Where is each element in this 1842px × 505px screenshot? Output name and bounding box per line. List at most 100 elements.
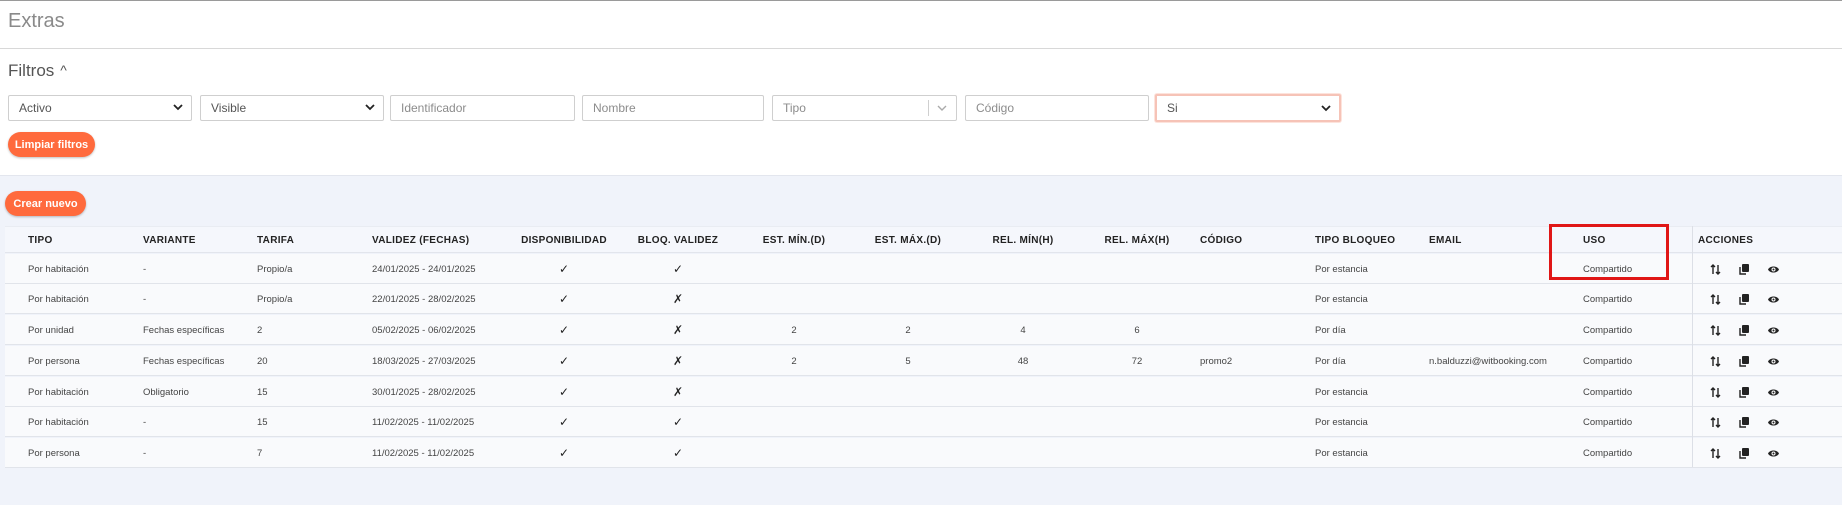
cell-uso: Compartido	[1583, 417, 1633, 428]
header-acciones: ACCIONES	[1698, 235, 1754, 246]
header-tipo[interactable]: TIPO	[28, 235, 53, 246]
visible-select-value: Visible	[211, 101, 247, 115]
uso-highlight-box	[1549, 224, 1669, 280]
header-tipo-bloqueo[interactable]: TIPO BLOQUEO	[1315, 235, 1395, 246]
identificador-input[interactable]: Identificador	[390, 95, 575, 121]
cell-bloq-validez: ✗	[672, 292, 684, 306]
sort-arrows-icon[interactable]	[1709, 263, 1722, 276]
cell-bloq-validez: ✓	[672, 262, 684, 276]
header-validez[interactable]: VALIDEZ (FECHAS)	[372, 235, 469, 246]
cell-uso: Compartido	[1583, 356, 1633, 367]
cell-disponibilidad: ✓	[558, 385, 570, 399]
copy-icon[interactable]	[1738, 263, 1751, 276]
cell-est-min: 2	[791, 356, 797, 367]
page-title: Extras	[8, 10, 65, 32]
copy-icon[interactable]	[1738, 416, 1751, 429]
create-new-button[interactable]: Crear nuevo	[5, 191, 86, 216]
eye-icon[interactable]	[1767, 416, 1780, 429]
eye-icon[interactable]	[1767, 355, 1780, 368]
header-disponibilidad[interactable]: DISPONIBILIDAD	[521, 235, 607, 246]
cell-tarifa: 2	[257, 325, 263, 336]
header-bloq-validez[interactable]: BLOQ. VALIDEZ	[638, 235, 718, 246]
tipo-placeholder: Tipo	[783, 101, 806, 115]
header-rel-max[interactable]: REL. MÁX(H)	[1105, 235, 1170, 246]
cell-bloq-validez: ✓	[672, 415, 684, 429]
cell-tarifa: Propio/a	[257, 294, 293, 305]
page-header: Extras	[0, 1, 1842, 49]
table-row[interactable]	[5, 315, 1842, 345]
chevron-down-icon	[1321, 105, 1331, 112]
cell-est-min: 2	[791, 325, 797, 336]
header-codigo[interactable]: CÓDIGO	[1200, 235, 1242, 246]
cell-tipo: Por habitación	[28, 387, 89, 398]
cell-variante: -	[143, 294, 147, 305]
cell-tipo-bloqueo: Por día	[1315, 356, 1346, 367]
cell-validez: 18/03/2025 - 27/03/2025	[372, 356, 476, 367]
cell-tipo-bloqueo: Por estancia	[1315, 294, 1368, 305]
cell-validez: 30/01/2025 - 28/02/2025	[372, 387, 476, 398]
si-select[interactable]: Si	[1155, 94, 1341, 122]
cell-bloq-validez: ✗	[672, 323, 684, 337]
table-row[interactable]	[5, 377, 1842, 407]
cell-est-max: 5	[905, 356, 911, 367]
sort-arrows-icon[interactable]	[1709, 355, 1722, 368]
sort-arrows-icon[interactable]	[1709, 324, 1722, 337]
chevron-down-icon	[937, 105, 947, 111]
header-variante[interactable]: VARIANTE	[143, 235, 196, 246]
cell-tipo: Por habitación	[28, 264, 89, 275]
copy-icon[interactable]	[1738, 386, 1751, 399]
cell-tipo-bloqueo: Por día	[1315, 325, 1346, 336]
sort-arrows-icon[interactable]	[1709, 447, 1722, 460]
nombre-input[interactable]: Nombre	[582, 95, 764, 121]
copy-icon[interactable]	[1738, 447, 1751, 460]
eye-icon[interactable]	[1767, 447, 1780, 460]
cell-email: n.balduzzi@witbooking.com	[1429, 356, 1547, 367]
cell-variante: -	[143, 448, 147, 459]
cell-tipo: Por persona	[28, 448, 80, 459]
cell-tarifa: Propio/a	[257, 264, 293, 275]
eye-icon[interactable]	[1767, 263, 1780, 276]
copy-icon[interactable]	[1738, 355, 1751, 368]
nombre-placeholder: Nombre	[593, 101, 636, 115]
header-email[interactable]: EMAIL	[1429, 235, 1462, 246]
header-tarifa[interactable]: TARIFA	[257, 235, 294, 246]
table-row[interactable]	[5, 346, 1842, 376]
cell-tipo: Por persona	[28, 356, 80, 367]
eye-icon[interactable]	[1767, 293, 1780, 306]
table-row[interactable]	[5, 407, 1842, 437]
cell-bloq-validez: ✗	[672, 385, 684, 399]
actions-divider	[1692, 226, 1693, 467]
filters-toggle[interactable]: Filtros ^	[8, 61, 67, 81]
select-separator	[928, 100, 929, 116]
sort-arrows-icon[interactable]	[1709, 386, 1722, 399]
header-est-max[interactable]: EST. MÁX.(D)	[875, 235, 941, 246]
header-est-min[interactable]: EST. MÍN.(D)	[763, 235, 826, 246]
cell-tipo: Por habitación	[28, 417, 89, 428]
activo-select[interactable]: Activo	[8, 95, 192, 121]
cell-tipo-bloqueo: Por estancia	[1315, 417, 1368, 428]
chevron-down-icon	[173, 104, 183, 111]
visible-select[interactable]: Visible	[200, 95, 384, 121]
sort-arrows-icon[interactable]	[1709, 293, 1722, 306]
table-row[interactable]	[5, 438, 1842, 468]
tipo-select[interactable]: Tipo	[772, 95, 957, 121]
cell-validez: 22/01/2025 - 28/02/2025	[372, 294, 476, 305]
cell-tarifa: 7	[257, 448, 263, 459]
chevron-down-icon	[365, 104, 375, 111]
copy-icon[interactable]	[1738, 324, 1751, 337]
sort-arrows-icon[interactable]	[1709, 416, 1722, 429]
codigo-input[interactable]: Código	[965, 95, 1149, 121]
chevron-up-icon: ^	[60, 62, 67, 78]
cell-variante: -	[143, 417, 147, 428]
cell-variante: -	[143, 264, 147, 275]
cell-est-max: 2	[905, 325, 911, 336]
cell-bloq-validez: ✓	[672, 446, 684, 460]
header-rel-min[interactable]: REL. MÍN(H)	[992, 235, 1053, 246]
eye-icon[interactable]	[1767, 324, 1780, 337]
eye-icon[interactable]	[1767, 386, 1780, 399]
cell-disponibilidad: ✓	[558, 354, 570, 368]
copy-icon[interactable]	[1738, 293, 1751, 306]
cell-tipo-bloqueo: Por estancia	[1315, 448, 1368, 459]
cell-tipo: Por habitación	[28, 294, 89, 305]
clear-filters-button[interactable]: Limpiar filtros	[8, 132, 95, 157]
